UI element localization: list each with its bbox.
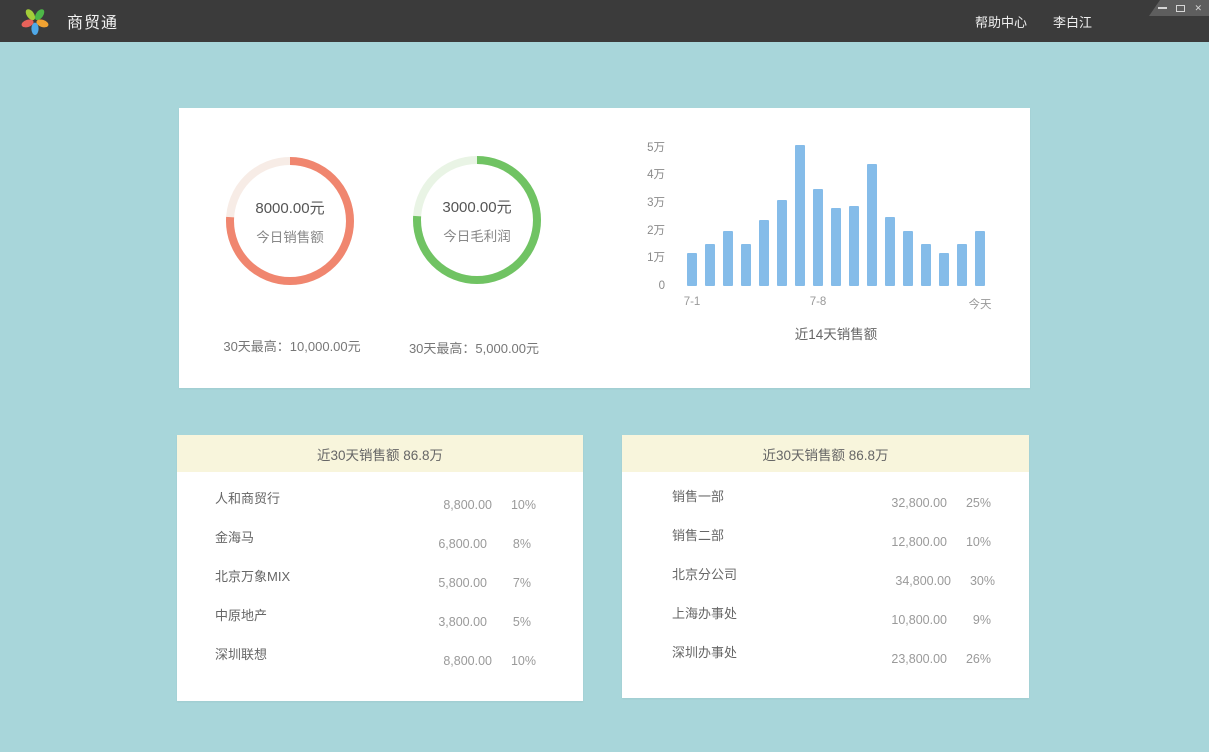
trend-bar xyxy=(957,244,967,286)
window-controls: ✕ xyxy=(1149,0,1209,16)
row-amount: 32,800.00 xyxy=(867,496,947,510)
y-axis: 5万 4万 3万 2万 1万 0 xyxy=(645,144,681,286)
today-sales-donut: 8000.00元 今日销售额 xyxy=(226,157,354,285)
y-tick: 3万 xyxy=(645,196,665,210)
trend-bar xyxy=(903,231,913,286)
list-item: 中原地产 3,800.00 5% xyxy=(215,605,531,630)
app-header: 商贸通 帮助中心 李白江 ✕ xyxy=(0,0,1209,42)
trend-bar xyxy=(939,253,949,286)
list-item: 北京万象MIX 5,800.00 7% xyxy=(215,566,531,591)
department-rows: 销售一部 32,800.00 25% 销售二部 12,800.00 10% 北京… xyxy=(622,472,1029,667)
row-amount: 12,800.00 xyxy=(867,535,947,549)
row-name: 销售二部 xyxy=(672,525,791,544)
row-percent: 25% xyxy=(957,496,991,510)
row-name: 人和商贸行 xyxy=(215,488,412,507)
trend-bar xyxy=(795,145,805,286)
today-sales-value: 8000.00元 xyxy=(255,197,324,218)
app-logo-icon xyxy=(20,6,50,36)
list-item: 金海马 6,800.00 8% xyxy=(215,527,531,552)
y-tick: 1万 xyxy=(645,251,665,265)
list-item: 人和商贸行 8,800.00 10% xyxy=(215,488,531,513)
row-name: 上海办事处 xyxy=(672,603,751,622)
department-sales-card: 近30天销售额 86.8万 销售一部 32,800.00 25% 销售二部 12… xyxy=(622,435,1029,698)
trend-bar xyxy=(723,231,733,286)
row-percent: 9% xyxy=(957,613,991,627)
close-icon[interactable]: ✕ xyxy=(1194,4,1202,13)
row-name: 销售一部 xyxy=(672,486,864,505)
row-amount: 3,800.00 xyxy=(407,615,487,629)
x-tick: 7-8 xyxy=(801,296,835,308)
trend-bar xyxy=(885,217,895,286)
profit-30d-max: 30天最高：5,000.00元 xyxy=(364,338,584,357)
row-name: 深圳联想 xyxy=(215,644,412,663)
list-item: 销售二部 12,800.00 10% xyxy=(672,525,991,550)
minimize-icon[interactable] xyxy=(1158,7,1167,9)
trend-bar xyxy=(759,220,769,286)
row-percent: 7% xyxy=(497,576,531,590)
y-tick: 0 xyxy=(645,279,665,293)
list-item: 销售一部 32,800.00 25% xyxy=(672,486,991,511)
row-amount: 34,800.00 xyxy=(871,574,951,588)
help-center-link[interactable]: 帮助中心 xyxy=(975,12,1027,31)
row-percent: 30% xyxy=(961,574,995,588)
row-amount: 8,800.00 xyxy=(412,654,492,668)
overview-card: 8000.00元 今日销售额 30天最高：10,000.00元 3000.00元… xyxy=(179,108,1030,388)
trend-bar xyxy=(831,208,841,286)
list-item: 深圳联想 8,800.00 10% xyxy=(215,644,531,669)
today-profit-donut: 3000.00元 今日毛利润 xyxy=(413,156,541,284)
row-amount: 8,800.00 xyxy=(412,498,492,512)
trend-bar xyxy=(741,244,751,286)
today-sales-label: 今日销售额 xyxy=(256,226,324,246)
today-profit-label: 今日毛利润 xyxy=(443,225,511,245)
app-window: 商贸通 帮助中心 李白江 ✕ 8000.00元 今日销售额 30天最高：10,0… xyxy=(0,0,1209,752)
customer-card-title: 近30天销售额 86.8万 xyxy=(177,435,583,472)
row-name: 金海马 xyxy=(215,527,392,546)
y-tick: 4万 xyxy=(645,168,665,182)
trend-bar xyxy=(813,189,823,286)
row-amount: 10,800.00 xyxy=(867,613,947,627)
trend-bar xyxy=(921,244,931,286)
top-menu: 帮助中心 李白江 xyxy=(975,0,1092,42)
trend-chart-title: 近14天销售额 xyxy=(687,323,985,343)
row-percent: 10% xyxy=(502,654,536,668)
app-title: 商贸通 xyxy=(67,9,118,33)
row-amount: 6,800.00 xyxy=(407,537,487,551)
maximize-icon[interactable] xyxy=(1176,5,1185,12)
y-tick: 5万 xyxy=(645,141,665,155)
customer-sales-card: 近30天销售额 86.8万 人和商贸行 8,800.00 10% 金海马 6,8… xyxy=(177,435,583,701)
row-percent: 10% xyxy=(957,535,991,549)
trend-bar xyxy=(705,244,715,286)
row-amount: 23,800.00 xyxy=(867,652,947,666)
y-tick: 2万 xyxy=(645,224,665,238)
x-axis: 7-1 7-8 今天 xyxy=(687,296,985,310)
row-percent: 5% xyxy=(497,615,531,629)
row-percent: 26% xyxy=(957,652,991,666)
list-item: 上海办事处 10,800.00 9% xyxy=(672,603,991,628)
trend-bar xyxy=(687,253,697,286)
list-item: 深圳办事处 23,800.00 26% xyxy=(672,642,991,667)
trend-bar xyxy=(867,164,877,286)
x-tick: 今天 xyxy=(963,296,997,312)
department-card-title: 近30天销售额 86.8万 xyxy=(622,435,1029,472)
row-percent: 10% xyxy=(502,498,536,512)
x-tick: 7-1 xyxy=(675,296,709,308)
row-name: 中原地产 xyxy=(215,605,322,624)
trend-bars xyxy=(687,144,985,286)
row-name: 深圳办事处 xyxy=(672,642,842,661)
row-name: 北京万象MIX xyxy=(215,566,356,585)
brand: 商贸通 xyxy=(20,6,118,36)
row-name: 北京分公司 xyxy=(672,564,871,583)
trend-bar xyxy=(975,231,985,286)
trend-bar xyxy=(777,200,787,286)
today-profit-value: 3000.00元 xyxy=(442,196,511,217)
sales-trend-chart: 5万 4万 3万 2万 1万 0 7-1 7-8 今天 近14天销售额 xyxy=(645,144,1005,343)
list-item: 北京分公司 34,800.00 30% xyxy=(672,564,991,589)
row-percent: 8% xyxy=(497,537,531,551)
customer-rows: 人和商贸行 8,800.00 10% 金海马 6,800.00 8% 北京万象M… xyxy=(177,472,583,669)
user-menu[interactable]: 李白江 xyxy=(1053,12,1092,31)
row-amount: 5,800.00 xyxy=(407,576,487,590)
trend-bar xyxy=(849,206,859,286)
